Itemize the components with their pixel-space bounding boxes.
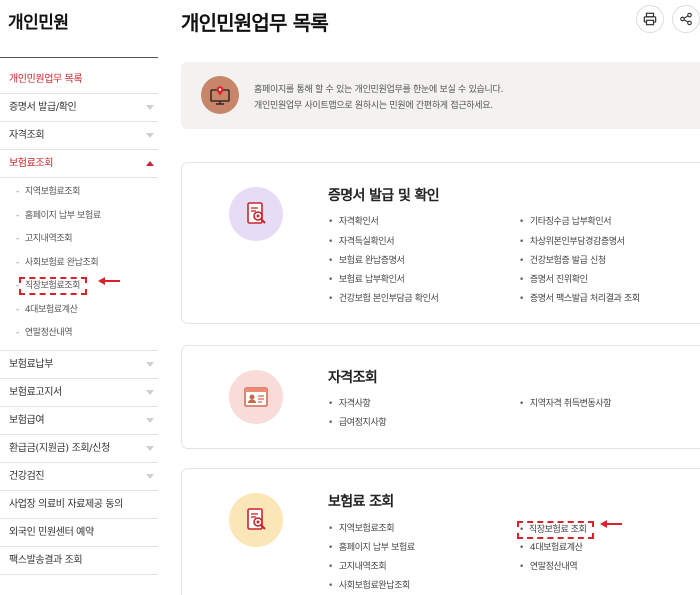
sidebar-item-health-checkup[interactable]: 건강검진	[0, 463, 158, 491]
chevron-down-icon	[146, 361, 154, 367]
sidebar-item-list[interactable]: 개인민원업무 목록	[0, 66, 158, 94]
chevron-down-icon	[146, 473, 154, 479]
page-title: 개인민원업무 목록	[181, 11, 329, 35]
notice-banner: 홈페이지를 통해 할 수 있는 개인민원업무를 한눈에 보실 수 있습니다. 개…	[181, 62, 700, 129]
sidebar-item-label: 보험료납부	[9, 358, 54, 370]
share-icon	[680, 12, 692, 26]
chevron-down-icon	[146, 133, 154, 138]
chevron-down-icon	[146, 389, 154, 395]
card-link-authenticity[interactable]: 증명서 진위확인	[519, 272, 588, 285]
sidebar-item-label: 증명서 발급/확인	[9, 102, 77, 113]
sidebar-item-premium-notice[interactable]: 보험료고지서	[0, 379, 158, 407]
document-search-icon	[229, 187, 283, 241]
sidebar-item-label: 환급금(지원금) 조회/신청	[9, 442, 110, 454]
card-title: 증명서 발급 및 확인	[328, 188, 440, 204]
card-link-billing-history[interactable]: 고지내역조회	[328, 559, 387, 572]
sidebar-item-label: 보험료고지서	[9, 386, 62, 398]
submenu-label: 홈페이지 납부 보험료	[24, 210, 101, 221]
card-link-year-end-tax[interactable]: 연말정산내역	[519, 559, 578, 572]
card-link-low-income-cert[interactable]: 차상위본인부담경감증명서	[519, 234, 625, 247]
submenu-item-workplace-premium[interactable]: - 직장보험료조회	[0, 275, 158, 299]
chevron-up-icon	[146, 161, 154, 166]
id-card-icon	[229, 370, 283, 424]
chevron-down-icon	[146, 417, 154, 423]
sidebar-item-medical-data-consent[interactable]: 사업장 의료비 자료제공 동의	[0, 491, 158, 519]
card-eligibility: 자격조회 자격사항 급여정지사항 지역자격 취득변동사항	[181, 345, 700, 449]
card-title: 자격조회	[328, 370, 378, 386]
card-link-benefit-suspension[interactable]: 급여정지사항	[328, 415, 387, 428]
sidebar-item-premium-inquiry[interactable]: 보험료조회	[0, 150, 158, 178]
printer-icon	[643, 12, 657, 26]
chevron-down-icon	[146, 445, 154, 451]
sidebar-item-label: 개인민원업무 목록	[9, 74, 83, 85]
submenu-label: 사회보험료 완납조회	[24, 257, 99, 268]
card-link-insurance-card[interactable]: 건강보험증 발급 신청	[519, 253, 606, 266]
sidebar-item-premium-payment[interactable]: 보험료납부	[0, 351, 158, 379]
card-link-eligibility-details[interactable]: 자격사항	[328, 396, 371, 409]
submenu-item-premium-calculator[interactable]: -4대보험료계산	[0, 299, 158, 323]
sidebar-item-benefits[interactable]: 보험급여	[0, 407, 158, 435]
sidebar-item-eligibility[interactable]: 자격조회	[0, 122, 158, 150]
red-arrow-annotation	[98, 277, 120, 285]
card-link-regional-premium[interactable]: 지역보험료조회	[328, 521, 395, 534]
card-certificates: 증명서 발급 및 확인 자격확인서 자격득실확인서 보험료 완납증명서 보험료 …	[181, 162, 700, 324]
sidebar-item-label: 외국인 민원센터 예약	[9, 526, 94, 538]
sidebar-item-label: 보험급여	[9, 414, 45, 426]
card-link-social-insurance-paid[interactable]: 사회보험료완납조회	[328, 578, 410, 591]
card-link-workplace-premium[interactable]: 직장보험료 조회	[516, 521, 594, 539]
submenu-label: 지역보험료조회	[24, 187, 81, 197]
sidebar-title: 개인민원	[8, 13, 69, 33]
card-link-other-collection[interactable]: 기타징수금 납부확인서	[519, 214, 612, 227]
notice-text-line2: 개인민원업무 사이트맵으로 원하시는 민원에 간편하게 접근하세요.	[254, 101, 493, 111]
highlight-box: 직장보험료 조회	[516, 521, 594, 539]
document-search-icon	[229, 493, 283, 547]
sidebar-submenu: - 지역보험료조회 - 홈페이지 납부 보험료 - 고지내역조회 - 사회보험료 완납조…	[0, 178, 158, 351]
sidebar-item-label: 건강검진	[9, 470, 45, 482]
sidebar-item-label: 자격조회	[9, 130, 45, 141]
sidebar-item-label: 보험료조회	[9, 158, 54, 169]
sidebar: 개인민원 개인민원업무 목록 증명서 발급/확인 자격조회 보험료조회 - 지역보…	[0, 0, 158, 595]
submenu-label: 고지내역조회	[24, 234, 73, 244]
print-button[interactable]	[636, 5, 664, 33]
card-link-fax-result[interactable]: 증명서 팩스발급 처리결과 조회	[519, 291, 640, 304]
submenu-item-year-end-tax[interactable]: - 연말정산내역	[0, 322, 158, 346]
card-link-payment-confirm[interactable]: 보험료 납부확인서	[328, 272, 405, 285]
sidebar-menu: 개인민원업무 목록 증명서 발급/확인 자격조회 보험료조회 - 지역보험료조회 …	[0, 66, 158, 575]
red-arrow-annotation	[600, 520, 622, 528]
submenu-item-social-insurance-paid[interactable]: - 사회보험료 완납조회	[0, 252, 158, 276]
share-button[interactable]	[672, 5, 700, 33]
sidebar-item-certificates[interactable]: 증명서 발급/확인	[0, 94, 158, 122]
submenu-item-billing-history[interactable]: - 고지내역조회	[0, 228, 158, 252]
card-title: 보험료 조회	[328, 494, 394, 510]
card-link-eligibility-history[interactable]: 자격득실확인서	[328, 234, 395, 247]
card-premium-inquiry: 보험료 조회 지역보험료조회 홈페이지 납부 보험료 고지내역조회 사회보험료완…	[181, 468, 700, 595]
sidebar-item-label: 사업장 의료비 자료제공 동의	[9, 498, 123, 510]
chevron-down-icon	[146, 105, 154, 110]
submenu-item-regional-premium[interactable]: - 지역보험료조회	[0, 181, 158, 205]
card-link-regional-changes[interactable]: 지역자격 취득변동사항	[519, 396, 612, 409]
sidebar-item-foreigner-center[interactable]: 외국인 민원센터 예약	[0, 519, 158, 547]
card-link-premium-calculator[interactable]: 4대보험료계산	[519, 540, 583, 553]
submenu-item-web-paid-premium[interactable]: - 홈페이지 납부 보험료	[0, 205, 158, 229]
card-link-label: 직장보험료 조회	[528, 525, 587, 535]
sidebar-item-refund[interactable]: 환급금(지원금) 조회/신청	[0, 435, 158, 463]
sidebar-item-fax-result[interactable]: 팩스발송결과 조회	[0, 547, 158, 575]
sidebar-item-label: 팩스발송결과 조회	[9, 554, 83, 566]
card-link-web-paid-premium[interactable]: 홈페이지 납부 보험료	[328, 540, 415, 553]
highlight-box: 직장보험료조회	[18, 277, 88, 295]
submenu-label: 직장보험료조회	[24, 281, 81, 291]
card-link-copay-confirm[interactable]: 건강보험 본인부담금 확인서	[328, 291, 439, 304]
card-link-eligibility-cert[interactable]: 자격확인서	[328, 214, 379, 227]
notice-text-line1: 홈페이지를 통해 할 수 있는 개인민원업무를 한눈에 보실 수 있습니다.	[254, 85, 504, 95]
submenu-label: 4대보험료계산	[24, 304, 78, 315]
sidebar-divider	[0, 57, 158, 58]
monitor-location-icon	[201, 76, 239, 114]
submenu-label: 연말정산내역	[24, 328, 73, 338]
card-link-paid-cert[interactable]: 보험료 완납증명서	[328, 253, 405, 266]
